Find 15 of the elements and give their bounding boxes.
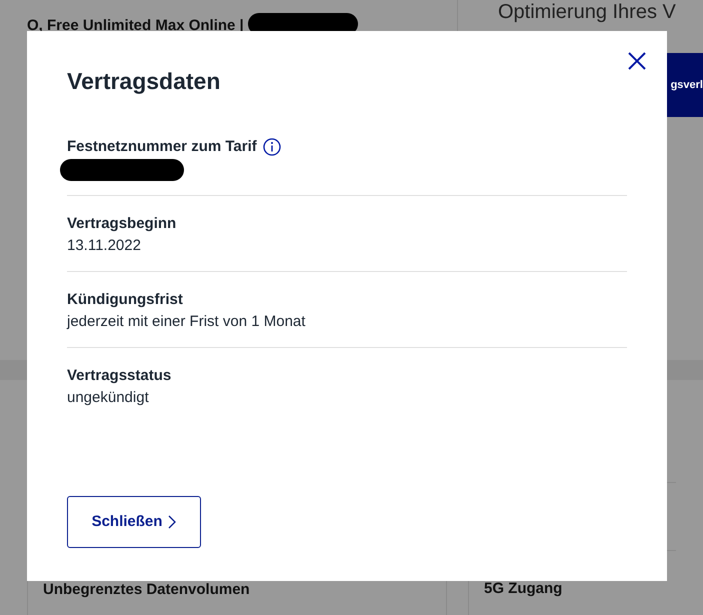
dialog-title: Vertragsdaten <box>67 67 222 95</box>
field-label: Vertragsbeginn <box>67 214 176 234</box>
feature-title: Unbegrenztes Datenvolumen <box>43 580 250 600</box>
field-label: Kündigungsfrist <box>67 290 183 310</box>
field-value: 13.11.2022 <box>67 236 142 256</box>
field-value: jederzeit mit einer Frist von 1 Monat <box>67 312 306 332</box>
chevron-right-icon <box>168 515 176 529</box>
field-value: ungekündigt <box>67 388 150 408</box>
field-label: Festnetznummer zum Tarif <box>67 137 257 157</box>
section-heading: Optimierung Ihres V <box>498 0 677 24</box>
feature-title: 5G Zugang <box>484 580 562 597</box>
close-icon[interactable] <box>627 51 647 71</box>
field-label: Vertragsstatus <box>67 366 172 386</box>
info-icon[interactable] <box>262 138 281 156</box>
close-button[interactable]: Schließen <box>67 496 201 548</box>
